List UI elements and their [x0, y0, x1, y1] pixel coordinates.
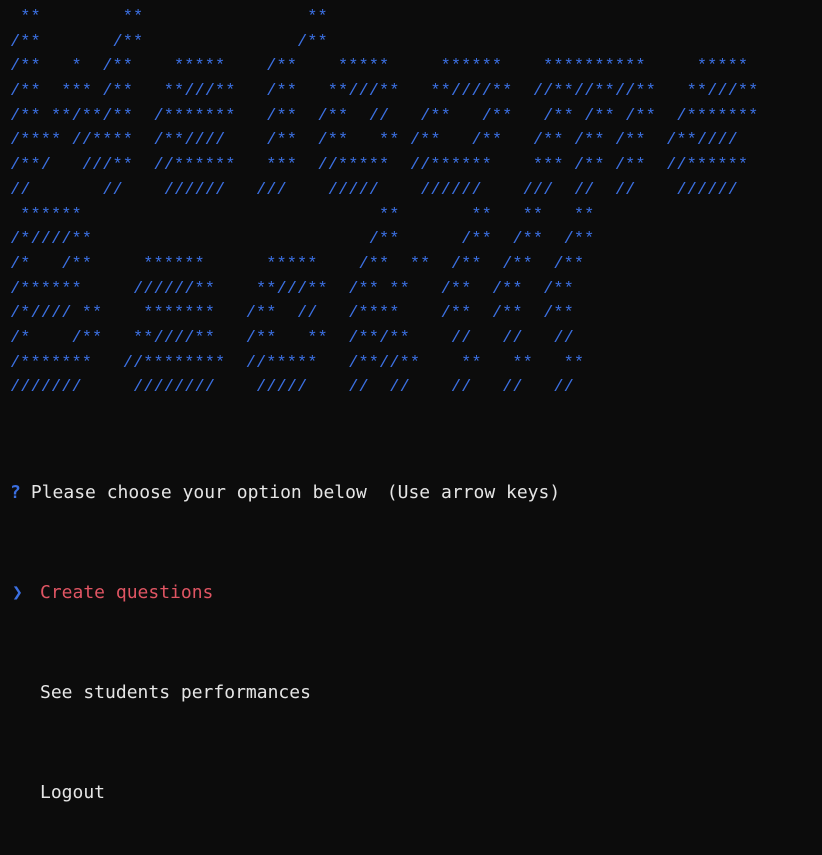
terminal-window: ** ** ** /** /** /** /** * /** ***** /** *… — [10, 6, 822, 803]
banner-line: /** **/**/** /******* /** /** // /** /**… — [10, 106, 759, 126]
banner-line: /****** //////** **///** /** ** /** /** … — [10, 279, 574, 299]
menu-option-create-questions[interactable]: ❯ Create questions — [10, 580, 822, 605]
prompt-hint: (Use arrow keys) — [386, 482, 561, 503]
menu-option-see-students-performances[interactable]: See students performances — [10, 680, 822, 705]
menu-option-label: Logout — [40, 782, 106, 803]
banner-line: /* /** **////** /** ** /**/** // // // — [10, 328, 574, 348]
banner-line: /////// //////// ///// // // // // // — [10, 378, 574, 398]
menu-option-label: Create questions — [40, 582, 214, 603]
prompt-line: ? Please choose your option below (Use a… — [10, 480, 822, 505]
menu-prompt: ? Please choose your option below (Use a… — [10, 430, 822, 855]
banner-line: /** /** /** — [10, 32, 328, 52]
menu-option-logout[interactable]: Logout — [10, 780, 822, 805]
banner-line: ****** ** ** ** ** — [10, 205, 595, 225]
ascii-banner: ** ** ** /** /** /** /** * /** ***** /** *… — [10, 6, 822, 401]
menu-option-label: See students performances — [40, 682, 311, 703]
banner-line: /** *** /** **///** /** **///** **////**… — [10, 82, 759, 102]
banner-line: // // ////// /// ///// ////// /// // // … — [10, 180, 738, 200]
prompt-question: Please choose your option below — [30, 482, 367, 503]
banner-line: /**/ ///** //****** *** //***** //******… — [10, 156, 749, 176]
banner-line: /*//// ** ******* /** // /**** /** /** /… — [10, 304, 574, 324]
question-mark-icon: ? — [10, 482, 21, 503]
banner-line: /** * /** ***** /** ***** ****** *******… — [10, 57, 749, 77]
banner-line: /*////** /** /** /** /** — [10, 230, 595, 250]
banner-line: /* /** ****** ***** /** ** /** /** /** — [10, 254, 585, 274]
banner-line: /******* //******** //***** /**//** ** *… — [10, 353, 585, 373]
selection-pointer-icon: ❯ — [12, 582, 23, 603]
banner-line: /**** //**** /**//// /** /** ** /** /** … — [10, 131, 738, 151]
banner-line: ** ** ** — [10, 8, 328, 27]
